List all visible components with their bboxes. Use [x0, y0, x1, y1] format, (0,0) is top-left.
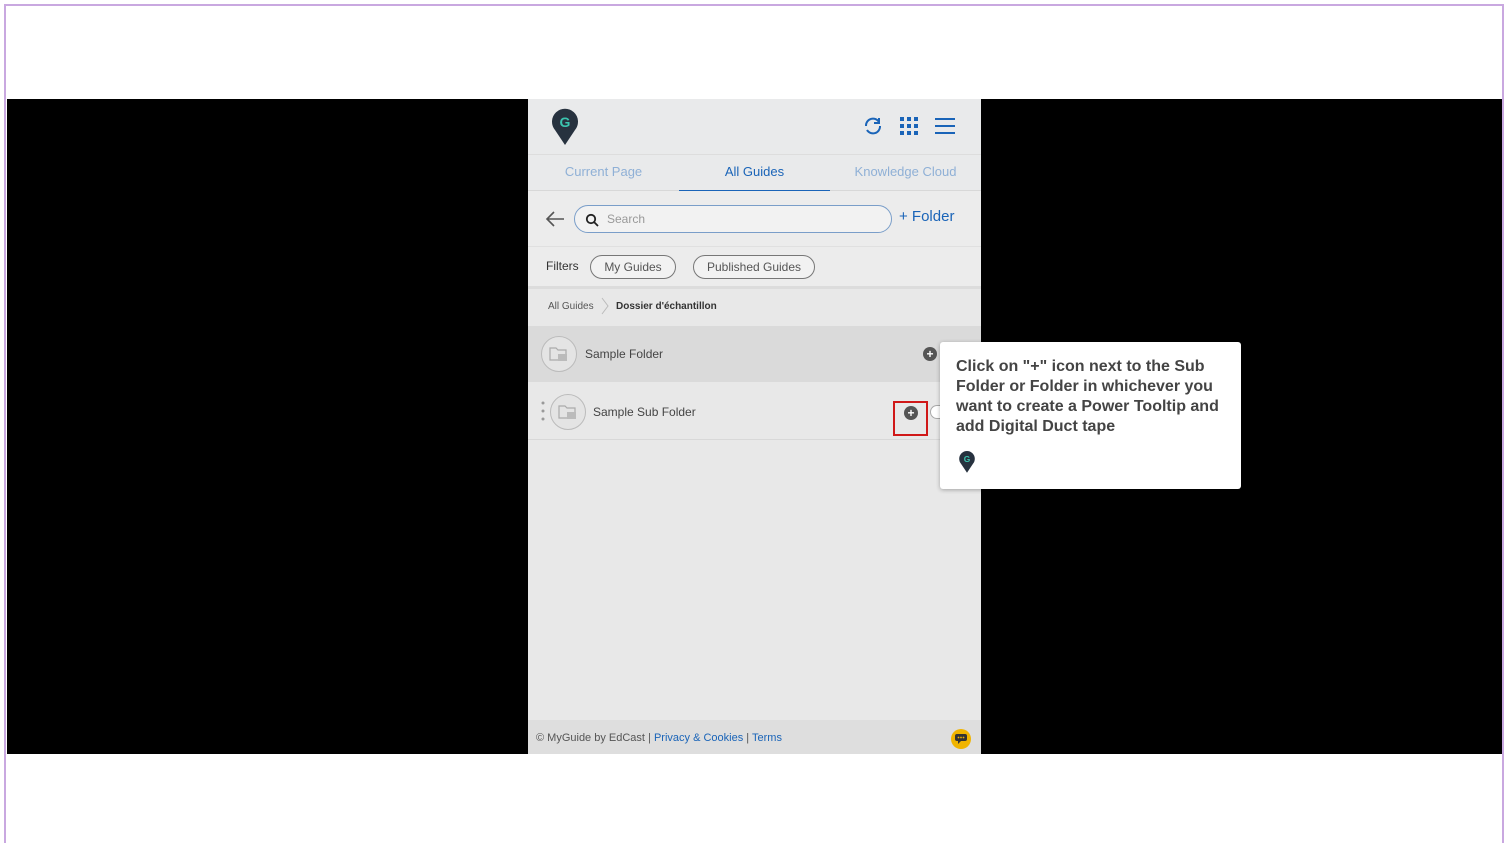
back-arrow-icon[interactable] [544, 209, 566, 229]
filters-row: Filters My Guides Published Guides [528, 247, 981, 289]
tab-knowledge-cloud[interactable]: Knowledge Cloud [830, 155, 981, 191]
folder-icon [550, 394, 586, 430]
terms-link[interactable]: Terms [752, 732, 782, 744]
footer-text: © MyGuide by EdCast | Privacy & Cookies … [536, 732, 782, 744]
myguide-logo-icon: G [552, 108, 578, 145]
tab-all-guides[interactable]: All Guides [679, 155, 830, 192]
guide-tooltip: Click on "+" icon next to the Sub Folder… [940, 342, 1241, 489]
myguide-logo-icon: G [959, 451, 975, 473]
filter-published-guides[interactable]: Published Guides [693, 255, 815, 279]
svg-text:G: G [964, 454, 971, 464]
folder-name: Sample Folder [585, 347, 664, 361]
copyright-text: © MyGuide by EdCast [536, 732, 645, 744]
filter-my-guides[interactable]: My Guides [590, 255, 676, 279]
footer-separator: | [644, 732, 654, 744]
add-content-plus-icon[interactable]: + [904, 406, 918, 420]
drag-handle-icon[interactable] [541, 400, 545, 422]
sync-icon[interactable] [860, 113, 886, 139]
add-folder-button[interactable]: + Folder [899, 208, 954, 225]
tooltip-text: Click on "+" icon next to the Sub Folder… [956, 358, 1219, 435]
panel-header: G [528, 99, 981, 154]
svg-text:G: G [560, 114, 571, 130]
hamburger-menu-icon[interactable] [932, 113, 958, 139]
breadcrumb-root[interactable]: All Guides [548, 301, 594, 312]
search-row: + Folder [528, 191, 981, 247]
tab-current-page[interactable]: Current Page [528, 155, 679, 191]
filters-label: Filters [546, 259, 579, 273]
footer-separator: | [743, 732, 753, 744]
breadcrumb-current: Dossier d'échantillon [616, 301, 717, 312]
chevron-right-icon [601, 297, 609, 315]
privacy-link[interactable]: Privacy & Cookies [654, 732, 743, 744]
add-content-plus-icon[interactable]: + [923, 347, 937, 361]
myguide-panel: G Current Page All Guides Knowledge Clou… [528, 99, 981, 754]
tab-bar: Current Page All Guides Knowledge Cloud [528, 154, 981, 192]
search-icon [585, 213, 599, 227]
breadcrumb: All Guides Dossier d'échantillon [528, 292, 981, 326]
folder-icon [541, 336, 577, 372]
folder-row[interactable]: Sample Folder + [528, 326, 981, 382]
subfolder-name: Sample Sub Folder [593, 405, 696, 419]
search-input[interactable] [607, 211, 877, 227]
search-box [574, 205, 892, 233]
subfolder-row[interactable]: Sample Sub Folder + [528, 384, 981, 440]
chat-icon[interactable] [951, 729, 971, 749]
panel-footer: © MyGuide by EdCast | Privacy & Cookies … [528, 720, 981, 754]
apps-grid-icon[interactable] [896, 113, 922, 139]
